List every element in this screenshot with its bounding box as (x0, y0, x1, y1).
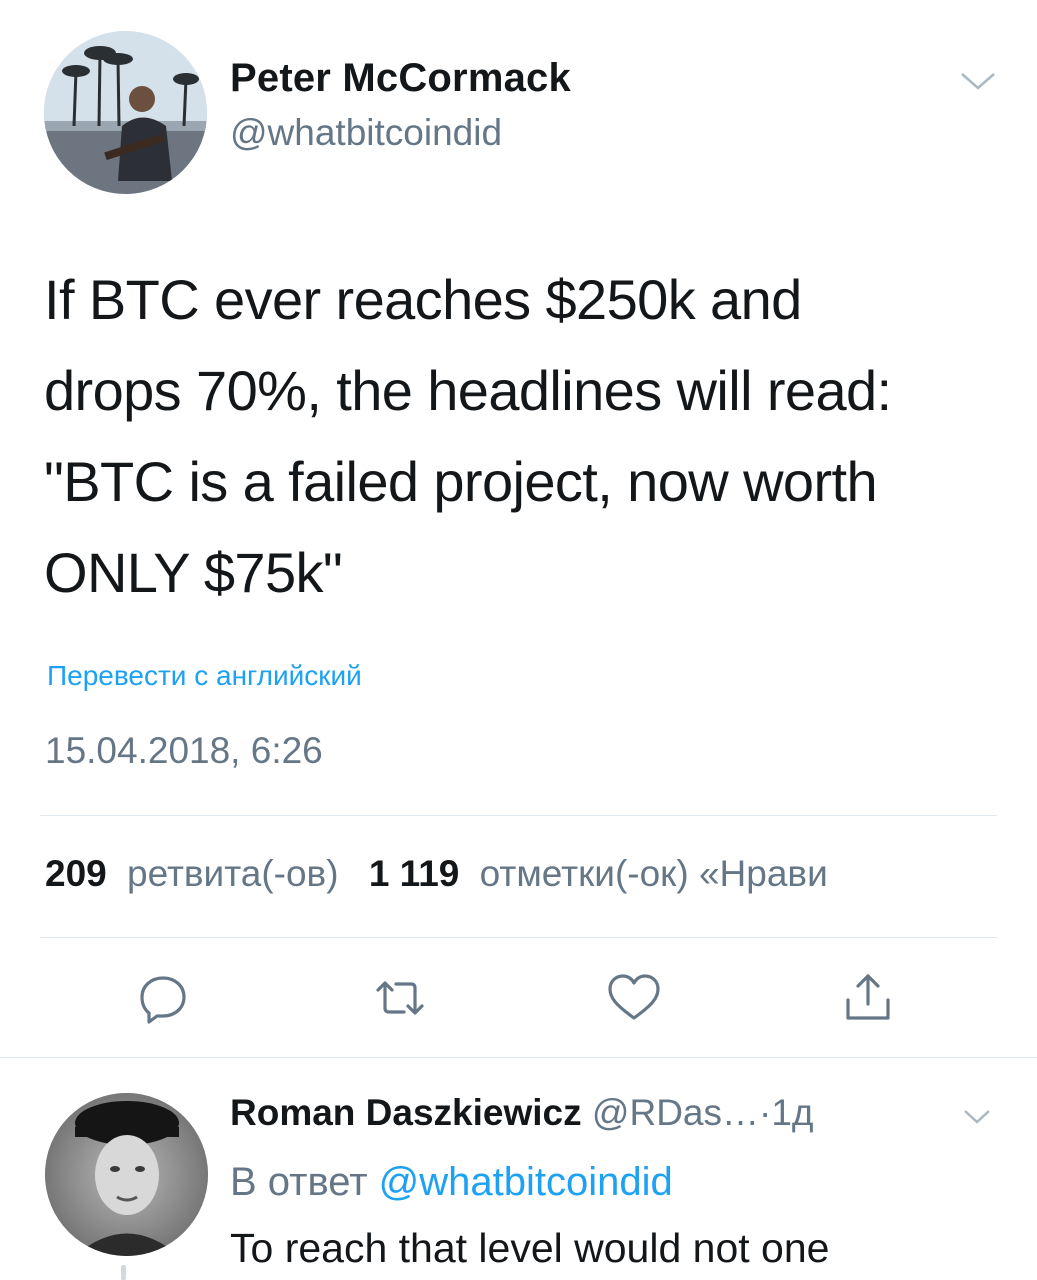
reply-separator: · (759, 1092, 772, 1133)
reply-time: 1д (771, 1092, 814, 1133)
thread-line (121, 1265, 126, 1280)
author-name[interactable]: Peter McCormack (230, 56, 571, 101)
divider (40, 937, 997, 938)
tweet-text-line: drops 70%, the headlines will read: (44, 359, 892, 422)
heart-icon (608, 974, 660, 1020)
avatar-photo (44, 31, 207, 194)
translate-link[interactable]: Перевести с английский (47, 660, 362, 692)
retweets-count: 209 (45, 853, 107, 894)
retweets-stat[interactable]: 209 ретвита(-ов) (45, 853, 349, 894)
share-button[interactable] (840, 970, 896, 1026)
reply-header: Roman Daszkiewicz @RDas…·1д (230, 1092, 814, 1134)
tweet-text-line: "BTC is a failed project, now worth (44, 450, 878, 513)
avatar-photo (45, 1093, 208, 1256)
reply-author-avatar[interactable] (45, 1093, 208, 1256)
likes-count: 1 119 (368, 853, 460, 894)
reply-to-line: В ответ @whatbitcoindid (230, 1160, 673, 1205)
reply-icon (140, 976, 186, 1024)
divider (40, 815, 997, 816)
tweet-timestamp: 15.04.2018, 6:26 (45, 730, 323, 771)
retweets-label: ретвита(-ов) (127, 853, 339, 894)
tweet-stats: 209 ретвита(-ов) 1 119 отметки(-ок) «Нра… (45, 853, 848, 895)
divider (0, 1057, 1037, 1058)
author-handle[interactable]: @whatbitcoindid (230, 112, 502, 154)
retweet-button[interactable] (372, 970, 428, 1026)
reply-author-name[interactable]: Roman Daszkiewicz (230, 1092, 582, 1133)
like-button[interactable] (606, 970, 662, 1026)
reply-author-handle[interactable]: @RDas… (592, 1092, 759, 1133)
reply-text: To reach that level would not one (230, 1225, 830, 1271)
retweet-icon (376, 981, 424, 1015)
share-icon (846, 974, 890, 1020)
tweet-text-line: ONLY $75k" (44, 541, 343, 604)
tweet-text: If BTC ever reaches $250k and drops 70%,… (44, 254, 1004, 618)
chevron-down-icon[interactable] (962, 1105, 992, 1127)
likes-label: отметки(-ок) «Нрави (479, 853, 828, 894)
author-avatar[interactable] (44, 31, 207, 194)
likes-stat[interactable]: 1 119 отметки(-ок) «Нрави (369, 853, 838, 894)
chevron-down-icon[interactable] (958, 66, 998, 96)
reply-button[interactable] (135, 970, 191, 1026)
reply-to-prefix: В ответ (230, 1160, 368, 1204)
tweet-text-line: If BTC ever reaches $250k and (44, 268, 802, 331)
reply-to-mention[interactable]: @whatbitcoindid (379, 1160, 673, 1204)
